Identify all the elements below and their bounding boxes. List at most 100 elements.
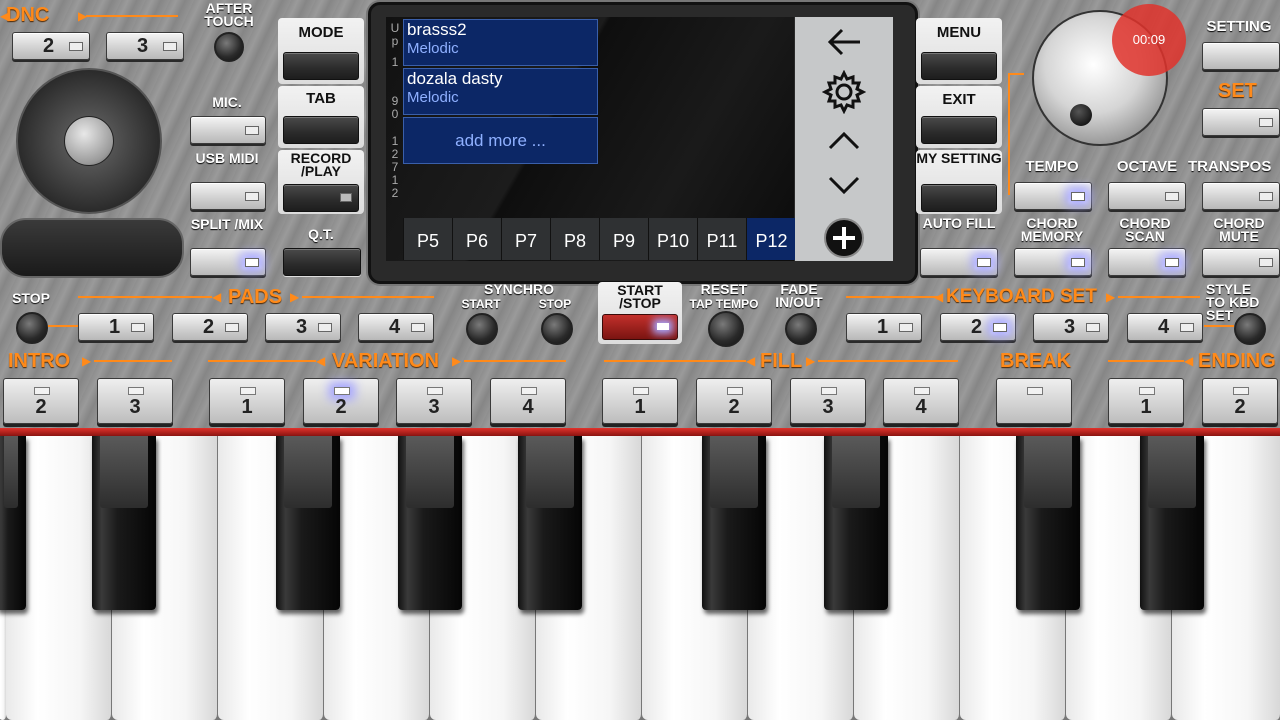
intro-button-2[interactable]: 2 bbox=[3, 378, 79, 424]
back-arrow-icon[interactable] bbox=[826, 26, 862, 58]
led bbox=[521, 387, 537, 395]
ending-button-2[interactable]: 2 bbox=[1202, 378, 1278, 424]
usb-midi-label: USB MIDI bbox=[195, 150, 259, 166]
variation-button-3[interactable]: 3 bbox=[396, 378, 472, 424]
tab-p8[interactable]: P8 bbox=[550, 218, 599, 260]
led-on bbox=[334, 387, 350, 395]
dnc-button-3[interactable]: 3 bbox=[106, 32, 184, 60]
pad-button-2[interactable]: 2 bbox=[172, 313, 248, 341]
black-key[interactable] bbox=[702, 436, 766, 610]
style-item[interactable]: brasss2 Melodic bbox=[403, 19, 598, 66]
transpose-button[interactable] bbox=[1202, 182, 1280, 210]
synchro-start-button[interactable] bbox=[466, 313, 498, 345]
fill-button-3[interactable]: 3 bbox=[790, 378, 866, 424]
black-key[interactable] bbox=[824, 436, 888, 610]
side-text: Up 1 90 12712 bbox=[390, 21, 400, 200]
tab-p12[interactable]: P12 bbox=[746, 218, 796, 260]
chord-memory-button[interactable] bbox=[1014, 248, 1092, 276]
joystick[interactable] bbox=[16, 68, 162, 214]
kbd-set-button-3[interactable]: 3 bbox=[1033, 313, 1109, 341]
style-item[interactable]: dozala dasty Melodic bbox=[403, 68, 598, 115]
setting-button[interactable] bbox=[1202, 42, 1280, 70]
reset-button[interactable] bbox=[708, 311, 744, 347]
fill-button-4[interactable]: 4 bbox=[883, 378, 959, 424]
tab-p6[interactable]: P6 bbox=[452, 218, 501, 260]
kbd-set-button-2[interactable]: 2 bbox=[940, 313, 1016, 341]
synchro-stop-button[interactable] bbox=[541, 313, 573, 345]
tap-tempo-label: TAP TEMPO bbox=[689, 297, 759, 311]
add-more-button[interactable]: add more ... bbox=[403, 117, 598, 164]
add-circle-icon[interactable] bbox=[822, 216, 866, 260]
chord-mute-button[interactable] bbox=[1202, 248, 1280, 276]
tab-p7[interactable]: P7 bbox=[501, 218, 550, 260]
break-button[interactable] bbox=[996, 378, 1072, 424]
fill-button-1[interactable]: 1 bbox=[602, 378, 678, 424]
black-key[interactable] bbox=[276, 436, 340, 610]
exit-panel: EXIT bbox=[916, 86, 1002, 148]
set-button[interactable] bbox=[1202, 108, 1280, 136]
aftertouch-button[interactable] bbox=[214, 32, 244, 62]
led bbox=[411, 323, 425, 332]
joystick-knob[interactable] bbox=[64, 116, 114, 166]
style-to-kbd-set-button[interactable] bbox=[1234, 313, 1266, 345]
black-key[interactable] bbox=[1016, 436, 1080, 610]
mode-button[interactable] bbox=[283, 52, 359, 80]
tab-p10[interactable]: P10 bbox=[648, 218, 697, 260]
menu-button[interactable] bbox=[921, 52, 997, 80]
led bbox=[245, 126, 259, 135]
black-key[interactable] bbox=[0, 436, 26, 610]
variation-button-1[interactable]: 1 bbox=[209, 378, 285, 424]
record-timer[interactable]: 00:09 bbox=[1112, 4, 1186, 76]
divider bbox=[1118, 296, 1200, 298]
variation-button-2[interactable]: 2 bbox=[303, 378, 379, 424]
tab-p9[interactable]: P9 bbox=[599, 218, 648, 260]
mode-label: MODE bbox=[298, 24, 344, 41]
pad-button-3[interactable]: 3 bbox=[265, 313, 341, 341]
led bbox=[1259, 192, 1273, 201]
variation-button-4[interactable]: 4 bbox=[490, 378, 566, 424]
black-key[interactable] bbox=[92, 436, 156, 610]
tempo-button[interactable] bbox=[1014, 182, 1092, 210]
led-on bbox=[1165, 258, 1179, 267]
octave-button[interactable] bbox=[1108, 182, 1186, 210]
record-play-button[interactable] bbox=[283, 184, 359, 212]
kbd-set-button-1[interactable]: 1 bbox=[846, 313, 922, 341]
intro-button-3[interactable]: 3 bbox=[97, 378, 173, 424]
black-key[interactable] bbox=[518, 436, 582, 610]
reset-label: RESET bbox=[700, 281, 748, 297]
black-key[interactable] bbox=[398, 436, 462, 610]
chevron-up-icon[interactable] bbox=[828, 130, 860, 150]
tab-p5[interactable]: P5 bbox=[403, 218, 452, 260]
style-item-subtitle: Melodic bbox=[407, 89, 459, 106]
menu-panel: MENU bbox=[916, 18, 1002, 84]
my-setting-button[interactable] bbox=[921, 184, 997, 212]
stop-button[interactable] bbox=[16, 312, 48, 344]
chord-scan-button[interactable] bbox=[1108, 248, 1186, 276]
led bbox=[34, 387, 50, 395]
fill-button-2[interactable]: 2 bbox=[696, 378, 772, 424]
exit-button[interactable] bbox=[921, 116, 997, 144]
split-mix-button[interactable] bbox=[190, 248, 266, 276]
fade-button[interactable] bbox=[785, 313, 817, 345]
led bbox=[163, 42, 177, 51]
style-item-title: brasss2 bbox=[407, 20, 467, 39]
start-stop-button[interactable] bbox=[602, 314, 678, 340]
mic-button[interactable] bbox=[190, 116, 266, 144]
led bbox=[1259, 118, 1273, 127]
pitch-wheel[interactable] bbox=[0, 218, 184, 278]
gear-icon[interactable] bbox=[822, 70, 866, 114]
led bbox=[1139, 387, 1155, 395]
tab-p11[interactable]: P11 bbox=[697, 218, 746, 260]
arrow-left-icon: ◀ bbox=[212, 290, 222, 304]
chevron-down-icon[interactable] bbox=[828, 176, 860, 196]
pad-button-1[interactable]: 1 bbox=[78, 313, 154, 341]
tab-button[interactable] bbox=[283, 116, 359, 144]
usb-midi-button[interactable] bbox=[190, 182, 266, 210]
ending-button-1[interactable]: 1 bbox=[1108, 378, 1184, 424]
qt-button[interactable] bbox=[283, 248, 361, 276]
pad-button-4[interactable]: 4 bbox=[358, 313, 434, 341]
auto-fill-button[interactable] bbox=[920, 248, 998, 276]
black-key[interactable] bbox=[1140, 436, 1204, 610]
dnc-button-2[interactable]: 2 bbox=[12, 32, 90, 60]
kbd-set-button-4[interactable]: 4 bbox=[1127, 313, 1203, 341]
